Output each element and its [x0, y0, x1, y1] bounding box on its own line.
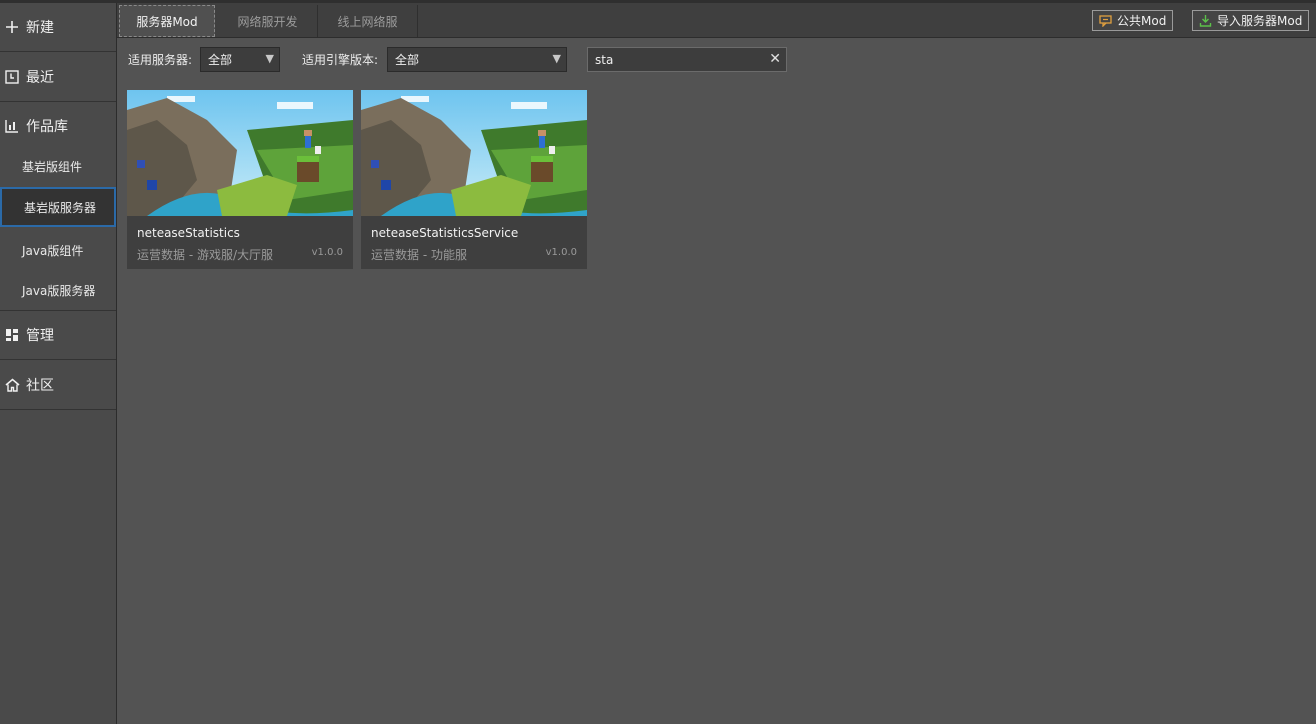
tab-label: 网络服开发	[237, 14, 298, 29]
tab-network-dev[interactable]: 网络服开发	[218, 5, 318, 37]
comment-icon	[1099, 14, 1112, 27]
plus-icon	[4, 19, 20, 35]
sidebar-item-label: 最近	[26, 70, 54, 86]
tab-bar: 服务器Mod 网络服开发 线上网络服 公共Mod 导入服务器Mod	[117, 3, 1316, 38]
mod-description: 运营数据 - 功能服	[371, 248, 467, 262]
sidebar-item-label: 新建	[26, 20, 54, 36]
mod-card[interactable]: neteaseStatistics 运营数据 - 游戏服/大厅服 v1.0.0	[127, 90, 353, 269]
engine-filter-select[interactable]: 全部 ▼	[387, 47, 567, 72]
sidebar-item-label: Java版组件	[22, 243, 84, 258]
server-filter-value: 全部	[208, 53, 233, 67]
tab-label: 服务器Mod	[136, 14, 198, 29]
tab-server-mod[interactable]: 服务器Mod	[119, 5, 215, 37]
sidebar-item-java-server[interactable]: Java版服务器	[0, 271, 116, 311]
dashboard-icon	[4, 327, 20, 343]
mod-thumbnail	[127, 90, 353, 216]
sidebar-item-label: 管理	[26, 328, 54, 344]
import-server-mod-button[interactable]: 导入服务器Mod	[1192, 10, 1310, 31]
search-value: sta	[595, 52, 614, 67]
sidebar-item-label: 基岩版组件	[22, 159, 83, 174]
dropdown-arrow-icon: ▼	[552, 52, 561, 65]
sidebar-item-recent[interactable]: 最近	[0, 53, 116, 102]
sidebar-item-bedrock-server[interactable]: 基岩版服务器	[0, 187, 116, 227]
sidebar-item-label: 社区	[26, 378, 54, 394]
mod-thumbnail	[361, 90, 587, 216]
download-icon	[1199, 14, 1212, 27]
search-input[interactable]: sta ✕	[587, 47, 787, 72]
sidebar-item-manage[interactable]: 管理	[0, 311, 116, 360]
engine-filter-label: 适用引擎版本:	[302, 53, 379, 67]
sidebar-item-new[interactable]: 新建	[0, 3, 116, 52]
engine-filter-value: 全部	[395, 53, 420, 67]
mod-version: v1.0.0	[545, 247, 577, 258]
sidebar: 新建 最近 作品库 基岩版组件 基岩版服务器 Java版组件 Java版服务器 …	[0, 3, 117, 724]
mod-description: 运营数据 - 游戏服/大厅服	[137, 248, 274, 262]
sidebar-item-label: 基岩版服务器	[24, 200, 97, 215]
mod-version: v1.0.0	[311, 247, 343, 258]
sidebar-item-label: 作品库	[26, 119, 68, 135]
home-icon	[4, 377, 20, 393]
tab-label: 线上网络服	[337, 14, 398, 29]
sidebar-item-library[interactable]: 作品库	[0, 103, 116, 149]
sidebar-item-java-addon[interactable]: Java版组件	[0, 230, 116, 270]
clear-search-icon[interactable]: ✕	[769, 51, 781, 67]
sidebar-item-community[interactable]: 社区	[0, 361, 116, 410]
sidebar-item-label: Java版服务器	[22, 284, 96, 298]
clock-icon	[4, 69, 20, 85]
tab-online-network[interactable]: 线上网络服	[318, 5, 418, 37]
public-mod-label: 公共Mod	[1117, 14, 1167, 28]
public-mod-button[interactable]: 公共Mod	[1092, 10, 1174, 31]
server-filter-select[interactable]: 全部 ▼	[200, 47, 280, 72]
mod-name: neteaseStatistics	[137, 226, 240, 240]
import-label: 导入服务器Mod	[1217, 14, 1303, 28]
mod-name: neteaseStatisticsService	[371, 226, 519, 240]
mod-card[interactable]: neteaseStatisticsService 运营数据 - 功能服 v1.0…	[361, 90, 587, 269]
library-icon	[4, 118, 20, 134]
sidebar-item-bedrock-addon[interactable]: 基岩版组件	[0, 146, 116, 186]
dropdown-arrow-icon: ▼	[265, 52, 274, 65]
server-filter-label: 适用服务器:	[128, 53, 193, 67]
